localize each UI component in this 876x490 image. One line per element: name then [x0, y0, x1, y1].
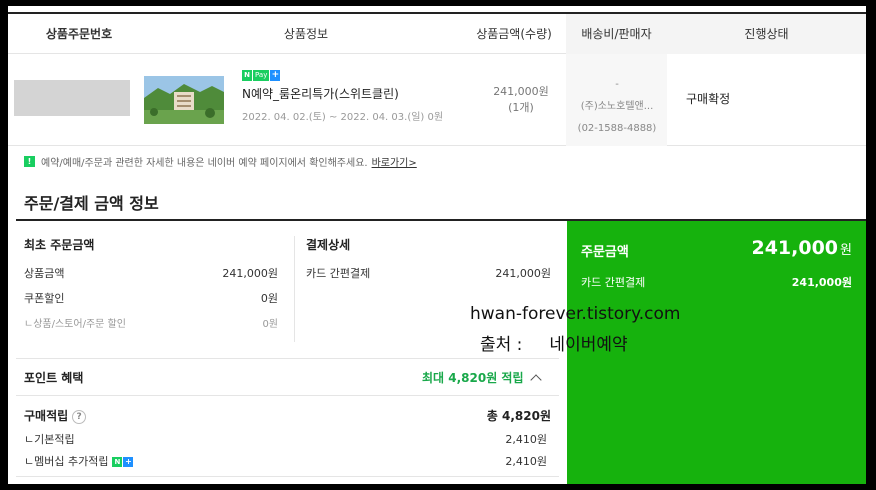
section-title: 주문/결제 금액 정보	[24, 194, 159, 213]
shipping-seller-info: - (주)소노호텔앤... (02-1588-4888)	[568, 74, 666, 140]
coupon-discount-value: 0원	[260, 292, 278, 305]
shipping-fee: -	[615, 79, 619, 90]
help-icon[interactable]: ?	[72, 409, 87, 424]
card-pay-value: 241,000원	[495, 267, 551, 280]
membership-accrual-label: ㄴ멤버십 추가적립	[24, 455, 109, 468]
column-divider	[294, 236, 295, 342]
reservation-notice: ! 예약/예매/주문과 관련한 자세한 내용은 네이버 예약 페이지에서 확인해…	[24, 154, 417, 169]
header-order-no: 상품주문번호	[45, 27, 113, 41]
coupon-discount-label: 쿠폰할인	[24, 292, 65, 305]
chevron-up-icon	[529, 374, 542, 386]
payment-method-value: 241,000원	[791, 276, 852, 289]
accrual-row: 구매적립?	[24, 407, 87, 424]
order-table-header: 상품주문번호 상품정보 상품금액(수량) 배송비/판매자 진행상태	[8, 14, 866, 54]
card-pay-label: 카드 간편결제	[306, 267, 371, 280]
watermark-source: 출처 : 네이버예약	[480, 335, 628, 355]
product-name[interactable]: N예약_룸온리특가(스위트클린)	[242, 85, 399, 102]
accrual-label: 구매적립	[24, 409, 69, 423]
store-discount-label: ㄴ상품/스토어/주문 할인	[24, 319, 126, 330]
points-top-divider	[16, 358, 559, 359]
header-product-info: 상품정보	[283, 27, 329, 41]
seller-name[interactable]: (주)소노호텔앤...	[568, 96, 666, 118]
points-bottom-divider	[16, 476, 559, 477]
reservation-dates: 2022. 04. 02.(토) ~ 2022. 04. 03.(일) 0원	[242, 112, 444, 123]
watermark-url: hwan-forever.tistory.com	[470, 304, 681, 324]
initial-amount-title: 최초 주문금액	[24, 238, 95, 252]
payment-detail-title: 결제상세	[306, 238, 351, 252]
price-value: 241,000원	[493, 85, 549, 98]
order-detail-page: 상품주문번호 상품정보 상품금액(수량) 배송비/판매자 진행상태 N Pay …	[8, 6, 866, 484]
order-total-label: 주문금액	[581, 245, 629, 260]
goto-link[interactable]: 바로가기>	[372, 154, 417, 169]
seller-phone: (02-1588-4888)	[577, 123, 657, 134]
product-price: 241,000원 (1개)	[484, 84, 558, 116]
npay-icon: N Pay +	[242, 70, 281, 81]
points-divider	[16, 395, 559, 396]
basic-accrual-label: ㄴ기본적립	[24, 433, 75, 446]
item-amount-label: 상품금액	[24, 267, 65, 280]
quantity-value: (1개)	[508, 101, 534, 114]
membership-accrual-value: 2,410원	[505, 455, 547, 468]
accrual-total: 총 4,820원	[486, 409, 551, 423]
notice-text: 예약/예매/주문과 관련한 자세한 내용은 네이버 예약 페이지에서 확인해주세…	[41, 158, 368, 169]
store-discount-value: 0원	[262, 319, 278, 330]
points-title: 포인트 혜택	[24, 371, 84, 385]
header-shipping-seller: 배송비/판매자	[566, 14, 667, 54]
points-max-label: 최대 4,820원 적립	[422, 371, 524, 385]
order-status: 구매확정	[686, 92, 731, 106]
order-total-amount: 241,000 원	[751, 237, 852, 259]
membership-accrual-row: ㄴ멤버십 추가적립 N +	[24, 453, 134, 469]
payment-method-label: 카드 간편결제	[581, 276, 646, 289]
basic-accrual-value: 2,410원	[505, 433, 547, 446]
npay-plus-icon: N +	[112, 457, 134, 467]
order-row: N Pay + N예약_룸온리특가(스위트클린) 2022. 04. 02.(토…	[8, 54, 866, 146]
item-amount-value: 241,000원	[222, 267, 278, 280]
header-price-qty: 상품금액(수량)	[476, 27, 552, 41]
header-status: 진행상태	[667, 14, 866, 54]
order-number-redacted	[14, 80, 130, 116]
points-max-toggle[interactable]: 최대 4,820원 적립	[422, 369, 542, 386]
notice-exclamation-icon: !	[24, 156, 35, 167]
product-thumbnail[interactable]	[144, 76, 224, 124]
